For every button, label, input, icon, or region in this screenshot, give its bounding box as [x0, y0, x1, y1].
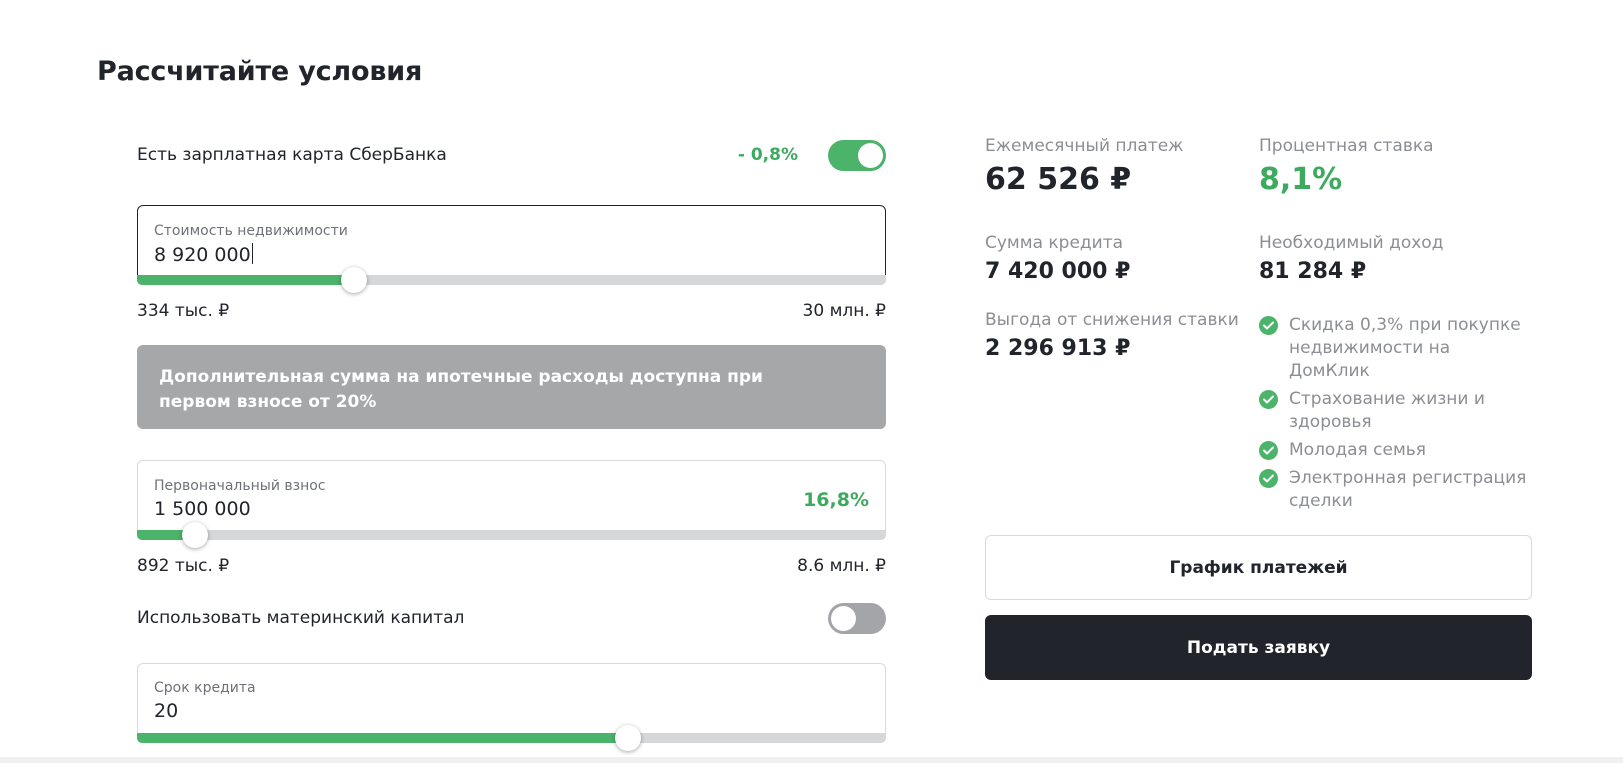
required-income: Необходимый доход 81 284 ₽ [1259, 233, 1443, 284]
maternity-capital-row: Использовать материнский капитал [137, 602, 886, 634]
maternity-capital-label: Использовать материнский капитал [137, 608, 465, 628]
monthly-payment-label: Ежемесячный платеж [985, 136, 1184, 156]
loan-amount-label: Сумма кредита [985, 233, 1124, 253]
interest-rate-label: Процентная ставка [1259, 136, 1434, 156]
mortgage-expenses-notice: Дополнительная сумма на ипотечные расход… [137, 345, 886, 429]
slider-fill [137, 733, 629, 743]
check-icon [1259, 441, 1278, 460]
loan-term-field[interactable]: Срок кредита 20 [137, 663, 886, 743]
benefit-text: Скидка 0,3% при покупке недвижимости на … [1289, 315, 1521, 381]
check-icon [1259, 316, 1278, 335]
required-income-label: Необходимый доход [1259, 233, 1444, 253]
toggle-knob [831, 605, 856, 631]
salary-card-row: Есть зарплатная карта СберБанка - 0,8% [137, 139, 886, 171]
rate-benefit: Выгода от снижения ставки 2 296 913 ₽ [985, 310, 1239, 361]
property-cost-input[interactable]: 8 920 000 [154, 243, 254, 266]
check-icon [1259, 390, 1278, 409]
required-income-value: 81 284 ₽ [1259, 259, 1367, 284]
property-cost-value: 8 920 000 [154, 244, 251, 266]
page-title: Рассчитайте условия [97, 56, 423, 87]
loan-term-slider[interactable] [137, 725, 886, 751]
salary-card-discount: - 0,8% [737, 145, 798, 165]
slider-fill [137, 275, 355, 285]
down-payment-percent: 16,8% [803, 489, 869, 511]
payment-schedule-button[interactable]: График платежей [985, 535, 1532, 600]
property-cost-label: Стоимость недвижимости [154, 223, 348, 239]
benefit-text: Молодая семья [1289, 440, 1427, 460]
loan-term-input[interactable]: 20 [154, 700, 178, 722]
horizontal-scrollbar[interactable] [0, 757, 1623, 763]
range-max: 8.6 млн. ₽ [797, 556, 886, 576]
slider-thumb[interactable] [341, 267, 368, 293]
benefit-item: Электронная регистрация сделки [1259, 467, 1529, 513]
maternity-capital-toggle[interactable] [828, 602, 886, 634]
rate-benefit-label: Выгода от снижения ставки [985, 310, 1239, 330]
range-max: 30 млн. ₽ [802, 301, 886, 321]
benefit-item: Страхование жизни и здоровья [1259, 388, 1529, 434]
range-min: 892 тыс. ₽ [137, 556, 230, 576]
benefit-item: Молодая семья [1259, 439, 1529, 462]
range-min: 334 тыс. ₽ [137, 301, 230, 321]
monthly-payment-value: 62 526 ₽ [985, 162, 1132, 197]
down-payment-input[interactable]: 1 500 000 [154, 498, 251, 520]
loan-term-label: Срок кредита [154, 680, 256, 696]
benefit-text: Электронная регистрация сделки [1289, 468, 1527, 511]
property-cost-field[interactable]: Стоимость недвижимости 8 920 000 [137, 205, 886, 285]
down-payment-label: Первоначальный взнос [154, 478, 326, 494]
benefit-item: Скидка 0,3% при покупке недвижимости на … [1259, 314, 1529, 383]
salary-card-toggle[interactable] [828, 139, 886, 171]
interest-rate: Процентная ставка 8,1% [1259, 136, 1434, 197]
benefits-list: Скидка 0,3% при покупке недвижимости на … [1259, 314, 1529, 518]
apply-button[interactable]: Подать заявку [985, 615, 1532, 680]
monthly-payment: Ежемесячный платеж 62 526 ₽ [985, 136, 1183, 197]
salary-card-label: Есть зарплатная карта СберБанка [137, 145, 447, 165]
down-payment-slider[interactable] [137, 522, 886, 548]
toggle-knob [858, 142, 883, 168]
check-icon [1259, 469, 1278, 488]
property-cost-slider[interactable] [137, 267, 886, 293]
loan-amount: Сумма кредита 7 420 000 ₽ [985, 233, 1130, 284]
loan-amount-value: 7 420 000 ₽ [985, 259, 1131, 284]
notice-text: Дополнительная сумма на ипотечные расход… [159, 367, 763, 412]
text-caret [251, 243, 254, 264]
benefit-text: Страхование жизни и здоровья [1289, 389, 1485, 432]
interest-rate-value: 8,1% [1259, 162, 1343, 197]
down-payment-field[interactable]: Первоначальный взнос 1 500 000 16,8% [137, 460, 886, 540]
slider-thumb[interactable] [182, 522, 209, 548]
slider-thumb[interactable] [615, 725, 642, 751]
rate-benefit-value: 2 296 913 ₽ [985, 336, 1131, 361]
